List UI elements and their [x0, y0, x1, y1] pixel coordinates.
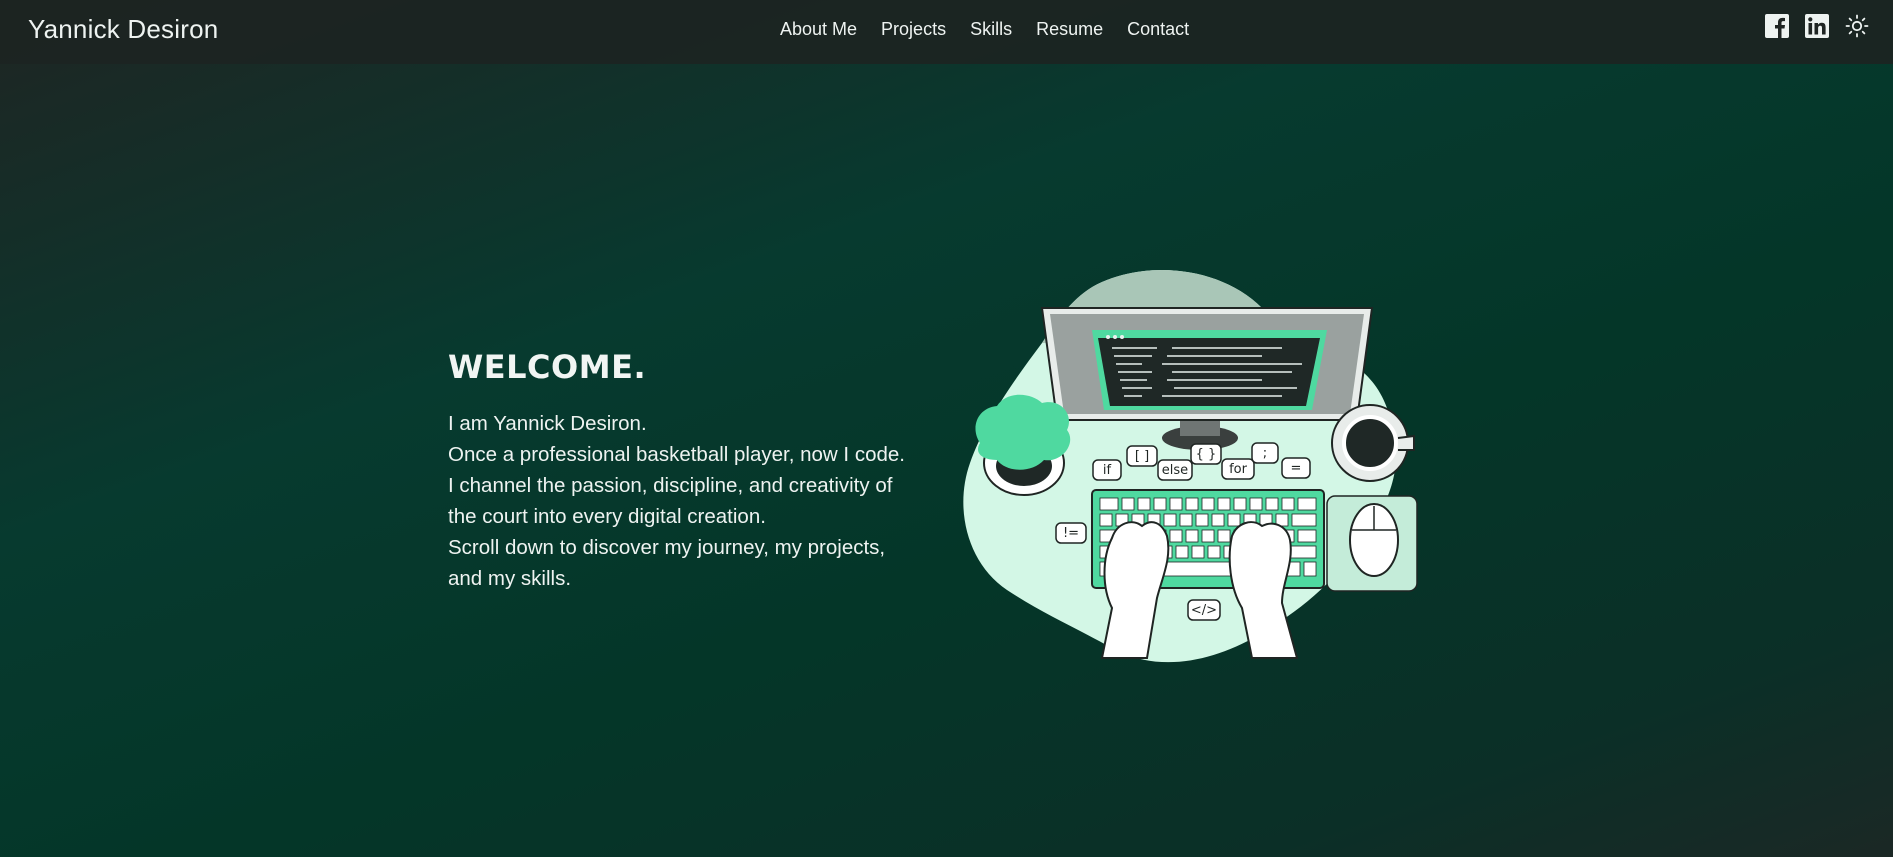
nav-contact[interactable]: Contact	[1127, 19, 1189, 40]
intro-line: and my skills.	[448, 567, 572, 590]
hero-intro: WELCOME. I am Yannick Desiron. Once a pr…	[448, 348, 948, 594]
nav-resume[interactable]: Resume	[1036, 19, 1103, 40]
bubble-semicolon: ;	[1263, 446, 1267, 461]
bubble-else: else	[1162, 463, 1188, 478]
nav-projects[interactable]: Projects	[881, 19, 946, 40]
bubble-braces: { }	[1196, 447, 1217, 462]
nav-skills[interactable]: Skills	[970, 19, 1012, 40]
coder-illustration: if [ ] else { } for ; = != </>	[962, 268, 1432, 683]
bubble-for: for	[1229, 462, 1248, 477]
bubble-equals: =	[1291, 461, 1302, 476]
nav-about-me[interactable]: About Me	[780, 19, 857, 40]
site-brand[interactable]: Yannick Desiron	[28, 14, 218, 45]
intro-line: the court into every digital creation.	[448, 505, 766, 528]
intro-line: Once a professional basketball player, n…	[448, 443, 905, 466]
bubble-not-equals: !=	[1063, 526, 1079, 541]
facebook-icon[interactable]	[1765, 14, 1789, 43]
main-nav: About Me Projects Skills Resume Contact	[780, 19, 1189, 40]
welcome-heading: WELCOME.	[448, 348, 647, 386]
intro-line: I am Yannick Desiron.	[448, 412, 647, 435]
bubble-brackets: [ ]	[1135, 449, 1149, 464]
top-navbar: Yannick Desiron About Me Projects Skills…	[0, 0, 1893, 64]
intro-line: Scroll down to discover my journey, my p…	[448, 536, 886, 559]
social-icons	[1765, 14, 1869, 43]
bubble-if: if	[1103, 463, 1112, 478]
intro-line: I channel the passion, discipline, and c…	[448, 474, 893, 497]
linkedin-icon[interactable]	[1805, 14, 1829, 43]
bubble-closing-tag: </>	[1191, 603, 1217, 618]
sun-icon[interactable]	[1845, 14, 1869, 43]
